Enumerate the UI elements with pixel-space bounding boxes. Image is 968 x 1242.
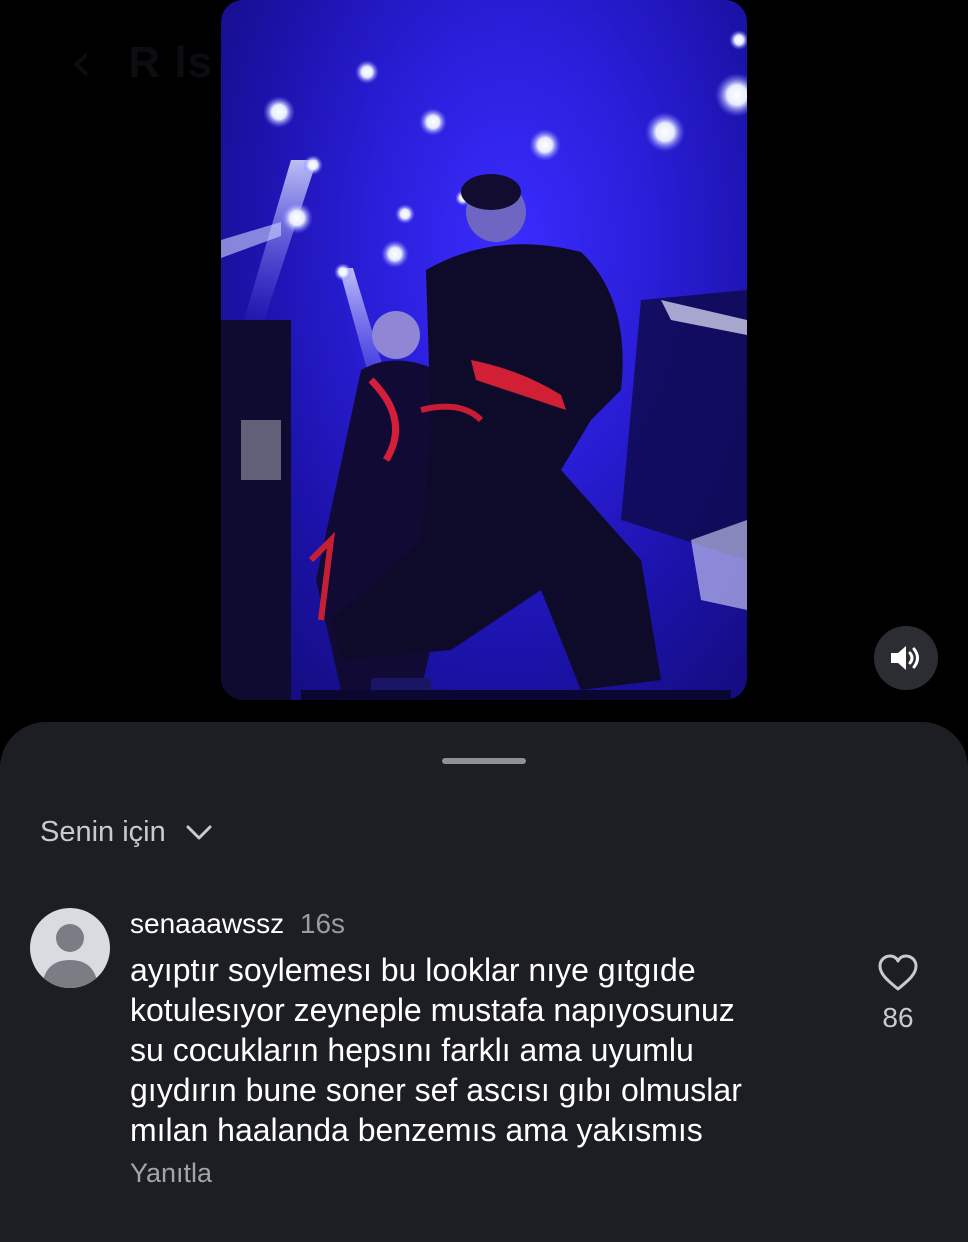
like-count: 86 <box>882 1002 914 1033</box>
comment-item: senaaawssz 16s ayıptır soylemesı bu look… <box>130 906 830 1189</box>
video-frame <box>221 30 747 700</box>
sheet-grabber[interactable] <box>442 758 526 764</box>
comment-sort-dropdown[interactable]: Senin için <box>40 816 212 849</box>
comments-sheet: Senin için senaaawssz 16s ayıptır soylem… <box>0 722 968 1242</box>
comment-header: senaaawssz 16s <box>130 906 830 942</box>
comment-username[interactable]: senaaawssz <box>130 908 284 939</box>
reply-button[interactable]: Yanıtla <box>130 1158 830 1189</box>
comment-timestamp: 16s <box>299 908 346 939</box>
default-user-icon <box>42 924 98 988</box>
comment-sort-label: Senin için <box>40 816 166 848</box>
avatar[interactable] <box>30 908 110 988</box>
mute-toggle-button[interactable] <box>874 626 938 690</box>
heart-icon[interactable] <box>877 954 919 992</box>
speaker-wave-icon <box>891 646 919 670</box>
video-player[interactable] <box>221 0 747 700</box>
back-chevron-icon[interactable]: ‹ <box>70 35 92 91</box>
chevron-down-icon <box>186 825 212 839</box>
comment-like: 86 <box>868 954 928 1034</box>
comment-text: ayıptır soylemesı bu looklar nıye gıtgıd… <box>130 952 742 1148</box>
